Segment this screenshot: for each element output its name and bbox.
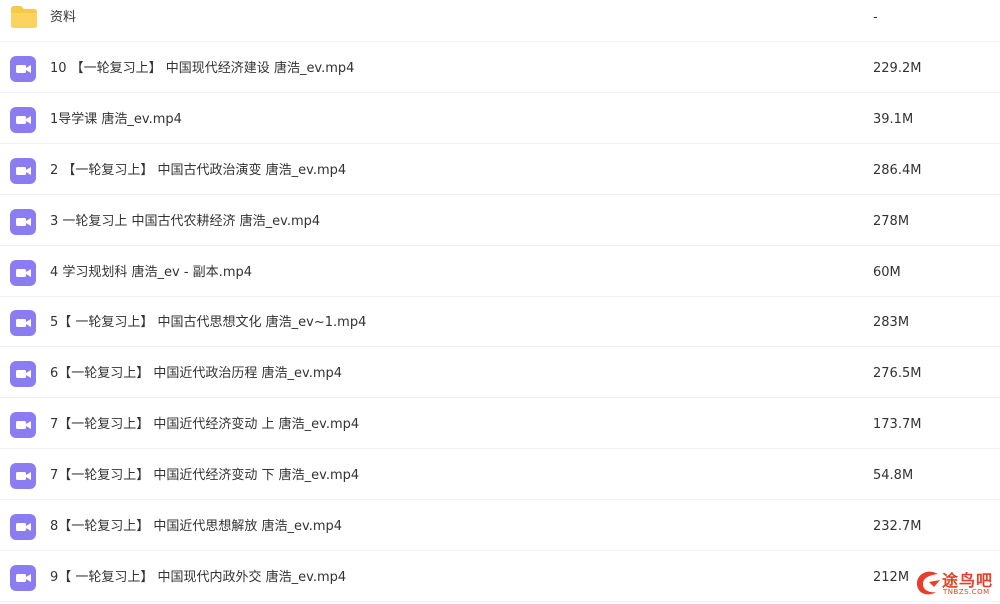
file-size: 54.8M — [873, 468, 914, 484]
file-size: - — [873, 10, 878, 25]
file-row[interactable]: 8【一轮复习上】 中国近代思想解放 唐浩_ev.mp4 232.7M — [0, 501, 1000, 551]
file-list: 资料 - 10 【一轮复习上】 中国现代经济建设 唐浩_ev.mp4 229.2M 1导… — [0, 0, 1000, 604]
file-row[interactable]: 7【一轮复习上】 中国近代经济变动 下 唐浩_ev.mp4 54.8M — [0, 450, 1000, 501]
file-name[interactable]: 资料 — [50, 9, 76, 27]
file-row[interactable]: 10 【一轮复习上】 中国现代经济建设 唐浩_ev.mp4 229.2M — [0, 43, 1000, 93]
file-name[interactable]: 10 【一轮复习上】 中国现代经济建设 唐浩_ev.mp4 — [50, 60, 354, 78]
file-size: 286.4M — [873, 162, 922, 178]
file-name[interactable]: 3 一轮复习上 中国古代农耕经济 唐浩_ev.mp4 — [50, 213, 320, 231]
video-file-icon — [10, 412, 36, 439]
file-row[interactable]: 2 【一轮复习上】 中国古代政治演变 唐浩_ev.mp4 286.4M — [0, 145, 1000, 195]
file-name[interactable]: 5【 一轮复习上】 中国古代思想文化 唐浩_ev~1.mp4 — [50, 314, 366, 332]
file-size: 212M — [873, 569, 910, 585]
file-name[interactable]: 7【一轮复习上】 中国近代经济变动 上 唐浩_ev.mp4 — [50, 416, 359, 434]
file-row[interactable]: 资料 - — [0, 0, 1000, 42]
video-file-icon — [10, 208, 36, 235]
file-row[interactable]: 7【一轮复习上】 中国近代经济变动 上 唐浩_ev.mp4 173.7M — [0, 399, 1000, 450]
video-file-icon — [10, 361, 36, 388]
file-name[interactable]: 2 【一轮复习上】 中国古代政治演变 唐浩_ev.mp4 — [50, 162, 346, 180]
file-name[interactable]: 8【一轮复习上】 中国近代思想解放 唐浩_ev.mp4 — [50, 518, 342, 536]
watermark-subtext: TNBZS.COM — [943, 588, 990, 596]
file-row[interactable]: 1导学课 唐浩_ev.mp4 39.1M — [0, 94, 1000, 144]
video-file-icon — [10, 157, 36, 184]
file-size: 173.7M — [873, 417, 922, 433]
file-size: 60M — [873, 264, 901, 280]
file-size: 229.2M — [873, 60, 922, 76]
video-file-icon — [10, 259, 36, 286]
file-name[interactable]: 1导学课 唐浩_ev.mp4 — [50, 111, 182, 129]
file-size: 232.7M — [873, 519, 922, 534]
file-name[interactable]: 4 学习规划科 唐浩_ev - 副本.mp4 — [50, 264, 252, 282]
watermark-bird-icon — [916, 571, 940, 595]
file-size: 278M — [873, 213, 910, 229]
file-size: 39.1M — [873, 111, 914, 127]
file-row[interactable]: 5【 一轮复习上】 中国古代思想文化 唐浩_ev~1.mp4 283M — [0, 297, 1000, 348]
file-row[interactable]: 3 一轮复习上 中国古代农耕经济 唐浩_ev.mp4 278M — [0, 196, 1000, 246]
file-row[interactable]: 6【一轮复习上】 中国近代政治历程 唐浩_ev.mp4 276.5M — [0, 348, 1000, 399]
folder-icon — [10, 5, 37, 31]
file-name[interactable]: 9【 一轮复习上】 中国现代内政外交 唐浩_ev.mp4 — [50, 569, 346, 587]
file-size: 283M — [873, 315, 910, 331]
file-name[interactable]: 6【一轮复习上】 中国近代政治历程 唐浩_ev.mp4 — [50, 365, 342, 383]
file-row[interactable]: 4 学习规划科 唐浩_ev - 副本.mp4 60M — [0, 247, 1000, 297]
video-file-icon — [10, 564, 36, 591]
video-file-icon — [10, 463, 36, 490]
file-size: 276.5M — [873, 366, 922, 382]
video-file-icon — [10, 310, 36, 337]
file-row[interactable]: 9【 一轮复习上】 中国现代内政外交 唐浩_ev.mp4 212M — [0, 552, 1000, 602]
file-name[interactable]: 7【一轮复习上】 中国近代经济变动 下 唐浩_ev.mp4 — [50, 467, 359, 485]
video-file-icon — [10, 514, 36, 540]
watermark-logo: 途鸟吧 TNBZS.COM — [912, 566, 996, 602]
video-file-icon — [10, 106, 36, 133]
video-file-icon — [10, 55, 36, 82]
